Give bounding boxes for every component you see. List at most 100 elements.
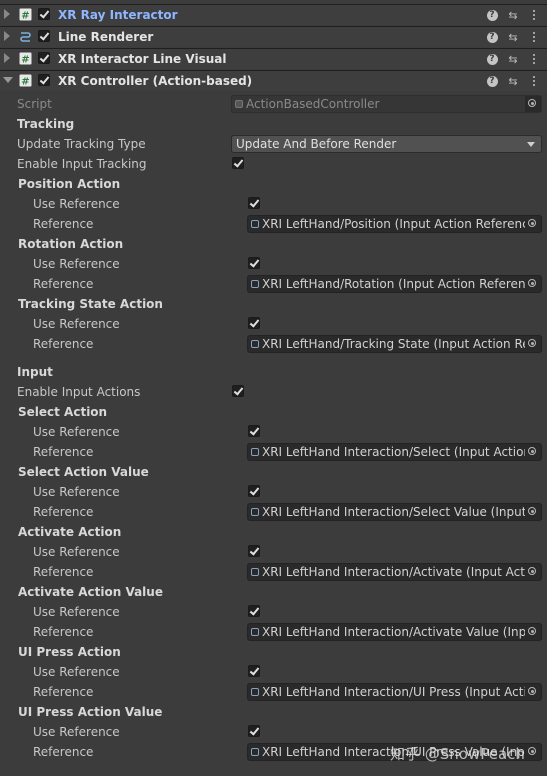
- use-reference-label: Use Reference: [33, 317, 120, 331]
- use-reference-checkbox[interactable]: [248, 725, 260, 737]
- object-picker-icon[interactable]: [525, 624, 541, 640]
- reference-field[interactable]: XRI LeftHand/Tracking State (Input Actio…: [247, 335, 542, 353]
- use-reference-checkbox[interactable]: [248, 197, 260, 209]
- object-picker-icon[interactable]: [525, 564, 541, 580]
- input-action-asset-icon: [251, 508, 259, 516]
- use-reference-checkbox[interactable]: [248, 257, 260, 269]
- presets-sliders-icon[interactable]: ⇆: [506, 30, 520, 44]
- reference-field[interactable]: XRI LeftHand Interaction/Select Value (I…: [247, 503, 542, 521]
- reference-field[interactable]: XRI LeftHand Interaction/Activate Value …: [247, 623, 542, 641]
- use-reference-label: Use Reference: [33, 725, 120, 739]
- script-value: ActionBasedController: [246, 97, 380, 111]
- reference-label: Reference: [33, 217, 94, 231]
- object-picker-icon[interactable]: [525, 276, 541, 292]
- reference-field[interactable]: XRI LeftHand/Rotation (Input Action Refe…: [247, 275, 542, 293]
- component-enabled-checkbox[interactable]: [38, 74, 50, 86]
- component-enabled-checkbox[interactable]: [38, 8, 50, 20]
- component-enabled-checkbox[interactable]: [38, 30, 50, 42]
- reference-label: Reference: [33, 337, 94, 351]
- presets-sliders-icon[interactable]: ⇆: [506, 74, 520, 88]
- use-reference-label: Use Reference: [33, 605, 120, 619]
- foldout-arrow-down-icon[interactable]: [3, 77, 13, 83]
- enable-input-actions-checkbox[interactable]: [232, 385, 244, 397]
- input-action-asset-icon: [251, 688, 259, 696]
- tracking-header: Tracking: [17, 117, 75, 131]
- input-action-asset-icon: [251, 568, 259, 576]
- update-tracking-type-row: Update Tracking Type Update And Before R…: [0, 134, 547, 154]
- component-header-line-renderer[interactable]: Line Renderer ? ⇆: [0, 26, 547, 47]
- script-hash-icon: #: [19, 74, 32, 87]
- help-icon[interactable]: ?: [485, 52, 499, 66]
- reference-value: XRI LeftHand Interaction/Activate (Input…: [262, 565, 542, 579]
- reference-field[interactable]: XRI LeftHand Interaction/Select (Input A…: [247, 443, 542, 461]
- help-icon[interactable]: ?: [485, 74, 499, 88]
- kebab-menu-icon[interactable]: [527, 8, 541, 22]
- reference-value: XRI LeftHand/Position (Input Action Refe…: [262, 217, 541, 231]
- reference-value: XRI LeftHand Interaction/Select (Input A…: [262, 445, 541, 459]
- chevron-down-icon: [527, 142, 535, 147]
- reference-field[interactable]: XRI LeftHand/Position (Input Action Refe…: [247, 215, 542, 233]
- use-reference-label: Use Reference: [33, 257, 120, 271]
- input-action-asset-icon: [251, 628, 259, 636]
- svg-text:#: #: [21, 11, 29, 22]
- object-picker-icon[interactable]: [525, 96, 541, 112]
- object-picker-icon[interactable]: [525, 444, 541, 460]
- reference-label: Reference: [33, 745, 94, 759]
- reference-field[interactable]: XRI LeftHand Interaction/UI Press (Input…: [247, 683, 542, 701]
- rotation-action-header: Rotation Action: [18, 237, 124, 251]
- object-picker-icon[interactable]: [525, 504, 541, 520]
- help-icon[interactable]: ?: [485, 30, 499, 44]
- enable-input-tracking-checkbox[interactable]: [232, 157, 244, 169]
- script-label: Script: [17, 97, 52, 111]
- component-header-xr-ray-interactor[interactable]: # XR Ray Interactor ? ⇆: [0, 4, 547, 25]
- reference-value: XRI LeftHand Interaction/UI Press (Input…: [262, 685, 542, 699]
- reference-label: Reference: [33, 445, 94, 459]
- reference-value: XRI LeftHand/Tracking State (Input Actio…: [262, 337, 541, 351]
- object-picker-icon[interactable]: [525, 684, 541, 700]
- reference-field[interactable]: XRI LeftHand Interaction/Activate (Input…: [247, 563, 542, 581]
- use-reference-label: Use Reference: [33, 545, 120, 559]
- script-field[interactable]: ActionBasedController: [231, 95, 542, 113]
- input-action-asset-icon: [251, 448, 259, 456]
- script-row: Script ActionBasedController: [0, 94, 547, 114]
- reference-value: XRI LeftHand Interaction/Activate Value …: [262, 625, 541, 639]
- kebab-menu-icon[interactable]: [527, 52, 541, 66]
- kebab-menu-icon[interactable]: [527, 74, 541, 88]
- watermark: 知乎 @SnowPeach: [390, 745, 525, 763]
- reference-label: Reference: [33, 685, 94, 699]
- use-reference-checkbox[interactable]: [248, 605, 260, 617]
- use-reference-checkbox[interactable]: [248, 665, 260, 677]
- input-action-asset-icon: [251, 748, 259, 756]
- script-hash-icon: #: [19, 52, 32, 65]
- foldout-arrow-icon[interactable]: [4, 31, 10, 41]
- foldout-arrow-icon[interactable]: [4, 53, 10, 63]
- use-reference-label: Use Reference: [33, 197, 120, 211]
- use-reference-checkbox[interactable]: [248, 425, 260, 437]
- object-picker-icon[interactable]: [525, 336, 541, 352]
- component-enabled-checkbox[interactable]: [38, 52, 50, 64]
- input-action-asset-icon: [251, 340, 259, 348]
- reference-label: Reference: [33, 565, 94, 579]
- help-icon[interactable]: ?: [485, 8, 499, 22]
- tracking-state-action-header: Tracking State Action: [18, 297, 163, 311]
- ui-press-action-header: UI Press Action: [18, 645, 121, 659]
- reference-label: Reference: [33, 277, 94, 291]
- input-header: Input: [17, 365, 53, 379]
- reference-label: Reference: [33, 625, 94, 639]
- presets-sliders-icon[interactable]: ⇆: [506, 52, 520, 66]
- object-picker-icon[interactable]: [525, 216, 541, 232]
- use-reference-checkbox[interactable]: [248, 317, 260, 329]
- enable-input-tracking-label: Enable Input Tracking: [17, 157, 147, 171]
- component-title: XR Ray Interactor: [58, 8, 178, 22]
- component-header-xr-interactor-line-visual[interactable]: # XR Interactor Line Visual ? ⇆: [0, 48, 547, 69]
- use-reference-checkbox[interactable]: [248, 485, 260, 497]
- update-tracking-type-dropdown[interactable]: Update And Before Render: [231, 135, 542, 153]
- object-picker-icon[interactable]: [525, 744, 541, 760]
- kebab-menu-icon[interactable]: [527, 30, 541, 44]
- component-header-xr-controller[interactable]: # XR Controller (Action-based) ? ⇆: [0, 70, 547, 91]
- use-reference-checkbox[interactable]: [248, 545, 260, 557]
- ui-press-action-value-header: UI Press Action Value: [18, 705, 163, 719]
- foldout-arrow-icon[interactable]: [4, 9, 10, 19]
- presets-sliders-icon[interactable]: ⇆: [506, 8, 520, 22]
- enable-input-actions-row: Enable Input Actions: [0, 382, 547, 402]
